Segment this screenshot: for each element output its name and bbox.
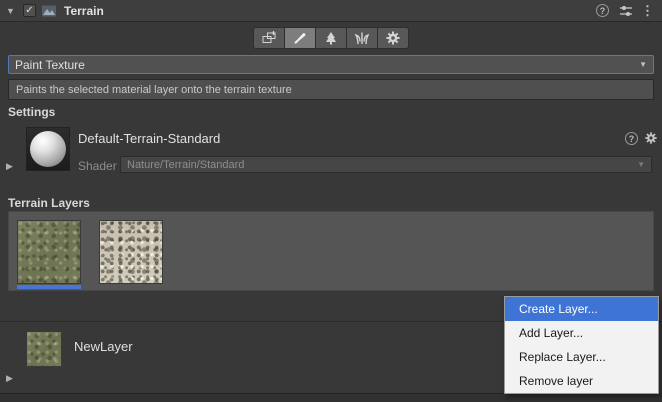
gear-icon [385,30,401,46]
layer-thumbnail-grass[interactable] [17,220,81,284]
menu-item-replace-layer[interactable]: Replace Layer... [505,345,658,369]
layer-context-menu: Create Layer... Add Layer... Replace Lay… [504,296,659,394]
shader-dropdown[interactable]: Nature/Terrain/Standard ▼ [120,156,652,173]
terrain-toolbar [0,27,662,49]
brush-icon [292,30,308,46]
paint-terrain-button[interactable] [284,27,316,49]
component-title: Terrain [64,4,104,18]
tree-icon [323,30,339,46]
paint-details-button[interactable] [346,27,378,49]
paint-trees-button[interactable] [315,27,347,49]
layer-thumbnail-gravel[interactable] [99,220,163,284]
new-layer-thumbnail[interactable] [26,331,62,367]
inspector-footer [0,393,662,402]
material-name: Default-Terrain-Standard [78,131,220,146]
neighbor-terrain-icon [261,30,277,46]
menu-item-remove-layer[interactable]: Remove layer [505,369,658,393]
context-menu-icon[interactable]: ⋮ [639,3,656,19]
shader-dropdown-value: Nature/Terrain/Standard [127,159,637,171]
material-foldout-icon[interactable]: ▶ [6,161,13,172]
foldout-open-icon[interactable]: ▼ [6,6,18,16]
component-header: ▼ ✓ Terrain ? ⋮ [0,0,662,22]
help-icon[interactable]: ? [596,4,609,17]
paint-tool-dropdown[interactable]: Paint Texture ▼ [8,55,654,74]
material-sphere-preview [30,131,66,167]
new-layer-name: NewLayer [74,339,133,354]
presets-icon[interactable] [618,3,634,19]
selected-layer-indicator [17,285,81,289]
menu-item-create-layer[interactable]: Create Layer... [505,297,658,321]
paint-tool-dropdown-value: Paint Texture [15,58,639,72]
grass-icon [354,30,370,46]
enabled-checkbox[interactable]: ✓ [23,4,36,17]
help-box-text: Paints the selected material layer onto … [16,84,292,96]
terrain-settings-button[interactable] [377,27,409,49]
new-layer-foldout-icon[interactable]: ▶ [6,373,13,384]
material-gear-icon[interactable] [644,131,658,145]
terrain-layers-label: Terrain Layers [8,196,90,210]
shader-label: Shader [78,159,117,173]
settings-label: Settings [8,105,55,119]
terrain-icon [41,3,57,19]
menu-item-add-layer[interactable]: Add Layer... [505,321,658,345]
terrain-layers-palette [8,211,654,291]
checkmark-icon: ✓ [25,6,33,16]
help-box: Paints the selected material layer onto … [8,79,654,100]
chevron-down-icon: ▼ [639,60,647,69]
material-help-icon[interactable]: ? [625,132,638,145]
chevron-down-icon: ▼ [637,160,645,169]
terrain-inspector: ▼ ✓ Terrain ? ⋮ [0,0,662,402]
create-neighbor-terrains-button[interactable] [253,27,285,49]
material-preview-thumbnail[interactable] [26,127,70,171]
